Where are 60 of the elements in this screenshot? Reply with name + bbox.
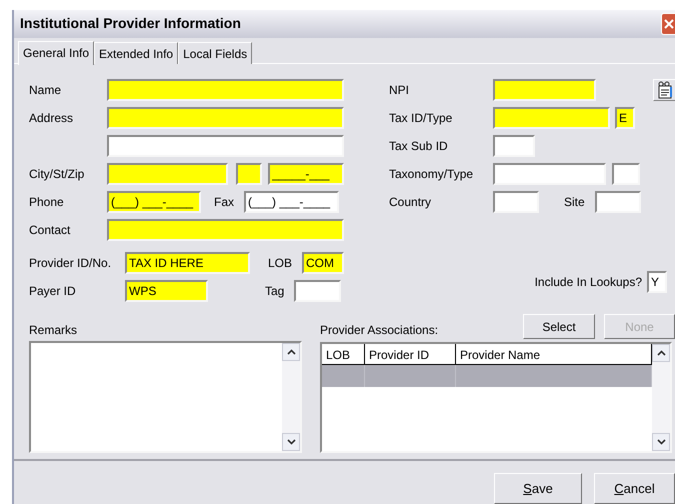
dialog-button[interactable]: Cancel	[594, 473, 675, 504]
scrollbar[interactable]	[652, 344, 670, 451]
field-label: Site	[564, 194, 585, 211]
input-field[interactable]	[107, 106, 344, 129]
grid-button[interactable]: Select	[523, 314, 595, 340]
close-icon	[664, 18, 674, 29]
scroll-up-button[interactable]	[652, 344, 670, 362]
field-label: Include In Lookups?	[534, 274, 642, 291]
field-label: LOB	[268, 254, 292, 272]
input-field[interactable]	[107, 134, 344, 157]
input-field[interactable]	[294, 280, 342, 302]
field-label: Phone	[29, 194, 65, 211]
input-field[interactable]	[493, 106, 610, 129]
field-label: NPI	[389, 82, 410, 99]
field-label: Tag	[265, 282, 284, 300]
input-field[interactable]: WPS	[125, 280, 208, 302]
input-field[interactable]: (___) ___-____	[244, 190, 340, 213]
field-label: City/St/Zip	[29, 166, 86, 183]
scroll-down-button[interactable]	[652, 432, 670, 451]
input-field[interactable]: COM	[302, 252, 344, 274]
input-field[interactable]	[107, 218, 344, 241]
input-field[interactable]: Y	[647, 270, 667, 293]
input-field[interactable]: _____-___	[268, 162, 344, 185]
field-label: Tax Sub ID	[389, 138, 449, 155]
input-field[interactable]	[493, 162, 606, 185]
scroll-up-button[interactable]	[282, 342, 300, 361]
close-button[interactable]	[661, 12, 675, 35]
field-label: Payer ID	[29, 282, 77, 300]
field-label: Tax ID/Type	[389, 110, 454, 127]
input-field[interactable]: (___) ___-____	[107, 190, 201, 213]
scrollbar[interactable]	[282, 342, 300, 451]
field-label: Country	[389, 194, 432, 211]
tab[interactable]: General Info	[18, 40, 94, 65]
input-field[interactable]	[107, 78, 344, 101]
notepad-icon	[656, 80, 674, 99]
input-field[interactable]	[236, 162, 262, 185]
field-label: Fax	[214, 194, 234, 211]
remarks-field[interactable]	[29, 340, 302, 453]
input-field[interactable]	[594, 190, 641, 213]
input-field[interactable]	[493, 134, 535, 157]
input-field[interactable]: TAX ID HERE	[125, 252, 250, 274]
field-label: Contact	[29, 222, 72, 239]
input-field[interactable]	[493, 190, 539, 213]
field-label: Name	[29, 82, 62, 99]
input-field[interactable]	[107, 162, 228, 185]
window-title: Institutional Provider Information	[20, 14, 241, 34]
field-label: Remarks	[29, 322, 78, 339]
lookup-button[interactable]	[653, 78, 675, 101]
tab[interactable]: Local Fields	[178, 42, 252, 64]
field-label: Address	[29, 110, 74, 127]
input-field[interactable]: E	[615, 106, 635, 129]
grid-row[interactable]	[322, 364, 652, 387]
field-label: Taxonomy/Type	[389, 166, 474, 183]
scroll-down-button[interactable]	[282, 432, 300, 451]
tab[interactable]: Extended Info	[94, 42, 178, 64]
section-label: Provider Associations:	[320, 322, 440, 339]
input-field[interactable]	[493, 78, 596, 101]
field-label: Provider ID/No.	[29, 254, 112, 272]
dialog-button[interactable]: Save	[494, 473, 582, 504]
input-field[interactable]	[612, 162, 640, 185]
